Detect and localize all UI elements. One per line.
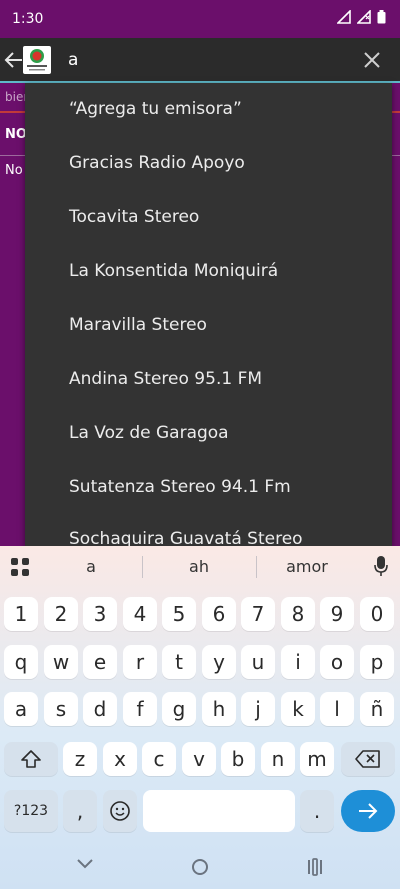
status-bar: 1:30 <box>0 0 400 38</box>
shift-key[interactable] <box>4 742 58 776</box>
symbols-key[interactable]: ?123 <box>4 790 58 832</box>
key-b[interactable]: b <box>221 742 255 776</box>
key-w[interactable]: w <box>44 645 78 679</box>
key-r[interactable]: r <box>123 645 157 679</box>
wifi-icon <box>337 10 351 24</box>
key-d[interactable]: d <box>83 692 117 726</box>
period-key[interactable]: . <box>300 790 334 832</box>
key-s[interactable]: s <box>44 692 78 726</box>
status-time: 1:30 <box>12 11 44 27</box>
key-e[interactable]: e <box>83 645 117 679</box>
close-icon[interactable] <box>362 50 382 70</box>
key-5[interactable]: 5 <box>162 597 196 631</box>
comma-key[interactable]: , <box>63 790 97 832</box>
space-key[interactable] <box>143 790 295 832</box>
key-m[interactable]: m <box>300 742 334 776</box>
key-t[interactable]: t <box>162 645 196 679</box>
key-j[interactable]: j <box>241 692 275 726</box>
backspace-key[interactable] <box>341 742 395 776</box>
recents-icon[interactable] <box>307 858 323 876</box>
suggestion-item[interactable]: Tocavita Stereo <box>69 207 199 227</box>
key-n-tilde[interactable]: ñ <box>360 692 394 726</box>
key-0[interactable]: 0 <box>360 597 394 631</box>
logo-icon <box>27 49 47 71</box>
suggestion-item[interactable]: Sutatenza Stereo 94.1 Fm <box>69 477 291 497</box>
signal-icon <box>357 10 371 24</box>
key-4[interactable]: 4 <box>123 597 157 631</box>
key-1[interactable]: 1 <box>4 597 38 631</box>
word-suggestion[interactable]: a <box>41 557 141 576</box>
system-nav-bar <box>0 850 400 889</box>
key-c[interactable]: c <box>142 742 176 776</box>
key-a[interactable]: a <box>4 692 38 726</box>
arrow-right-icon <box>359 803 378 819</box>
word-suggestion[interactable]: ah <box>149 557 249 576</box>
key-n[interactable]: n <box>261 742 295 776</box>
chevron-down-icon[interactable] <box>76 858 94 870</box>
suggestion-item[interactable]: Maravilla Stereo <box>69 315 207 335</box>
suggestion-item[interactable]: “Agrega tu emisora” <box>69 99 242 119</box>
search-bar <box>0 38 400 82</box>
key-i[interactable]: i <box>281 645 315 679</box>
microphone-icon[interactable] <box>374 555 388 577</box>
key-3[interactable]: 3 <box>83 597 117 631</box>
emoji-key[interactable] <box>103 790 137 832</box>
backspace-icon <box>355 750 380 768</box>
emoji-icon <box>110 801 130 821</box>
suggestion-item[interactable]: Andina Stereo 95.1 FM <box>69 369 262 389</box>
key-2[interactable]: 2 <box>44 597 78 631</box>
battery-icon <box>377 10 386 24</box>
suggestion-item[interactable]: La Konsentida Moniquirá <box>69 261 278 281</box>
suggestion-item[interactable]: Gracias Radio Apoyo <box>69 153 245 173</box>
key-k[interactable]: k <box>281 692 315 726</box>
key-l[interactable]: l <box>320 692 354 726</box>
key-8[interactable]: 8 <box>281 597 315 631</box>
key-z[interactable]: z <box>63 742 97 776</box>
key-q[interactable]: q <box>4 645 38 679</box>
suggestion-item[interactable]: La Voz de Garagoa <box>69 423 229 443</box>
enter-key[interactable] <box>341 790 395 832</box>
home-icon[interactable] <box>191 858 209 876</box>
key-g[interactable]: g <box>162 692 196 726</box>
key-v[interactable]: v <box>182 742 216 776</box>
key-o[interactable]: o <box>320 645 354 679</box>
word-suggestion[interactable]: amor <box>257 557 357 576</box>
apps-grid-icon[interactable] <box>10 557 30 577</box>
key-u[interactable]: u <box>241 645 275 679</box>
app-logo <box>23 46 51 74</box>
suggestion-strip: a ah amor <box>0 546 400 588</box>
key-9[interactable]: 9 <box>320 597 354 631</box>
key-6[interactable]: 6 <box>202 597 236 631</box>
key-p[interactable]: p <box>360 645 394 679</box>
shift-icon <box>21 750 41 768</box>
suggestion-item[interactable]: Sochaquira Guavatá Stereo <box>69 529 303 546</box>
on-screen-keyboard: a ah amor 1 2 3 4 5 6 7 8 9 0 q w e r t … <box>0 546 400 889</box>
key-y[interactable]: y <box>202 645 236 679</box>
key-f[interactable]: f <box>123 692 157 726</box>
key-7[interactable]: 7 <box>241 597 275 631</box>
suggestion-dropdown: “Agrega tu emisora” Gracias Radio Apoyo … <box>25 83 392 546</box>
underlying-label: No <box>5 163 23 178</box>
key-x[interactable]: x <box>103 742 137 776</box>
underlying-label-bold: NO <box>5 127 27 142</box>
search-input[interactable] <box>62 46 348 74</box>
key-h[interactable]: h <box>202 692 236 726</box>
